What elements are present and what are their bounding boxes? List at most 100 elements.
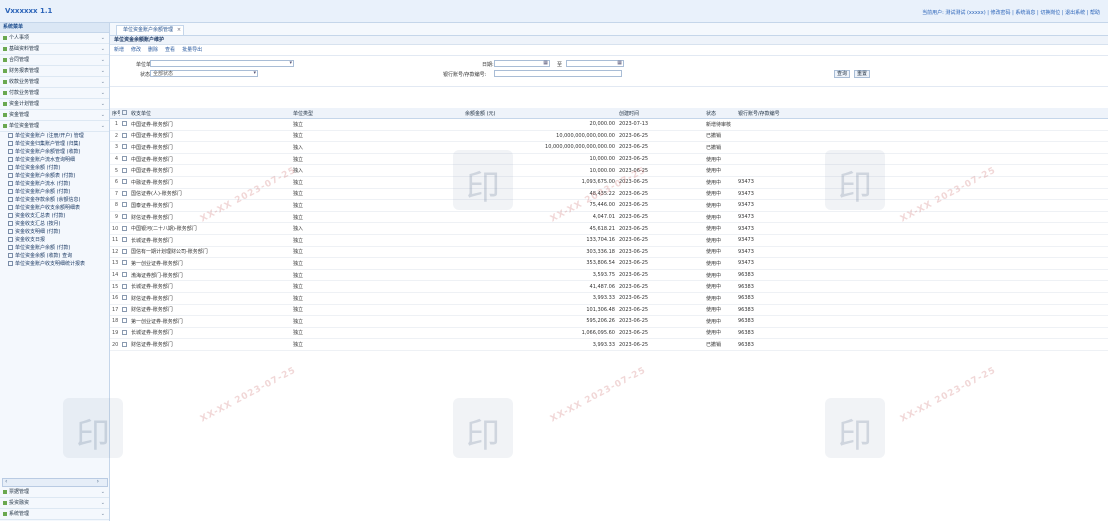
row-checkbox-cell[interactable] [120,338,129,351]
toolbar-button[interactable]: 查看 [165,47,175,53]
sidebar-subitem[interactable]: 单位资金归集账户管理 (归集) [0,140,109,148]
table-row[interactable]: 9 财信证券-账务部门 独立 4,047.01 2023-06-25 使用中 93473 [110,211,1108,224]
sidebar-subitem[interactable]: 资金收支汇总 (按月) [0,220,109,228]
checkbox-icon[interactable] [122,144,127,150]
row-checkbox-cell[interactable] [120,222,129,235]
table-row[interactable]: 4 中国证券-账务部门 独立 10,000.00 2023-06-25 使用中 [110,153,1108,166]
checkbox-icon[interactable] [122,295,127,301]
checkbox-icon[interactable] [122,190,127,196]
table-row[interactable]: 8 国泰证券-账务部门 独立 75,446.00 2023-06-25 使用中 93473 [110,199,1108,212]
checkbox-icon[interactable] [122,156,127,162]
checkbox-icon[interactable] [122,225,127,231]
row-checkbox-cell[interactable] [120,164,129,177]
date-from-input[interactable]: ▦ [494,60,550,67]
table-row[interactable]: 14 渤海证券部门-账务部门 独立 3,593.75 2023-06-25 使用中 9638… [110,269,1108,282]
table-row[interactable]: 5 中国证券-账务部门 独入 10,000.00 2023-06-25 使用中 [110,164,1108,177]
row-checkbox-cell[interactable] [120,257,129,270]
checkbox-icon[interactable] [122,248,127,254]
user-links[interactable]: 当前用户: 测试测试 (xxxxx) | 修改密码 | 系统消息 | 切换岗位 … [922,9,1100,16]
sidebar-item[interactable]: 资金管理 ⌄ [0,110,109,121]
checkbox-icon[interactable] [122,306,127,312]
row-checkbox-cell[interactable] [120,246,129,259]
sidebar-item[interactable]: 票据管理 ⌄ [0,487,109,498]
checkbox-icon[interactable] [122,260,127,266]
sidebar-subitem[interactable]: 单位资金账户收支余额明细表 [0,204,109,212]
checkbox-icon[interactable] [122,283,127,289]
sidebar-item[interactable]: 资金计划管理 ⌄ [0,99,109,110]
sidebar-subitem[interactable]: 资金收支日报 [0,236,109,244]
row-checkbox-cell[interactable] [120,280,129,293]
sidebar-subitem[interactable]: 资金收支明细 (付款) [0,228,109,236]
checkbox-icon[interactable] [122,121,127,127]
toolbar-button[interactable]: 批量导出 [182,47,202,53]
sidebar-subitem[interactable]: 单位资金账户收支明细统计报表 [0,260,109,268]
row-checkbox-cell[interactable] [120,304,129,317]
table-row[interactable]: 11 长城证券-账务部门 独立 133,704.16 2023-06-25 使用中 9347… [110,234,1108,247]
search-button[interactable]: 查询 [834,70,850,78]
sidebar-subitem[interactable]: 单位资金余额 (付款) [0,164,109,172]
checkbox-icon[interactable] [122,237,127,243]
table-row[interactable]: 19 长城证券-账务部门 独立 1,066,095.60 2023-06-25 使用中 96… [110,327,1108,340]
table-row[interactable]: 12 国信有一期计划理财公司-账务部门 独立 303,336.18 2023-06-25… [110,246,1108,259]
table-row[interactable]: 17 财信证券-账务部门 独立 101,306.48 2023-06-25 使用中 9638… [110,304,1108,317]
checkbox-icon[interactable] [122,167,127,173]
reset-button[interactable]: 重置 [854,70,870,78]
row-checkbox-cell[interactable] [120,327,129,340]
sidebar-subitem[interactable]: 单位资金账户流水 (付款) [0,180,109,188]
row-checkbox-cell[interactable] [120,130,129,143]
row-checkbox-cell[interactable] [120,141,129,154]
row-checkbox-cell[interactable] [120,118,129,131]
select-all-header[interactable] [120,108,129,119]
table-row[interactable]: 13 第一创业证券-账务部门 独立 353,806.54 2023-06-25 使用中 93… [110,257,1108,270]
sidebar-item[interactable]: 收款业务管理 ⌄ [0,77,109,88]
account-input[interactable] [494,70,622,77]
sidebar-subitem[interactable]: 单位资金存款余额 (余额信息) [0,196,109,204]
close-icon[interactable]: × [177,26,181,35]
sidebar-item[interactable]: 投资融资 ⌄ [0,498,109,509]
sidebar-subitem[interactable]: 单位资金账户流水查询明细 [0,156,109,164]
row-checkbox-cell[interactable] [120,234,129,247]
sidebar-item[interactable]: 个人事项 ⌄ [0,33,109,44]
row-checkbox-cell[interactable] [120,199,129,212]
sidebar-item[interactable]: 财务报表管理 ⌄ [0,66,109,77]
table-row[interactable]: 16 财信证券-账务部门 独立 3,993.33 2023-06-25 使用中 96383 [110,292,1108,305]
checkbox-icon[interactable] [122,329,127,335]
checkbox-icon[interactable] [122,318,127,324]
row-checkbox-cell[interactable] [120,315,129,328]
toolbar-button[interactable]: 删除 [148,47,158,53]
sidebar-item[interactable]: 基础资料管理 ⌄ [0,44,109,55]
table-row[interactable]: 3 中国证券-账务部门 独入 10,000,000,000,000,000.00 202… [110,141,1108,154]
scroll-left-icon[interactable]: ‹ [5,478,7,485]
date-to-input[interactable]: ▦ [566,60,624,67]
sidebar-item[interactable]: 单位资金管理 ⌄ [0,121,109,132]
sidebar-subitem[interactable]: 单位资金账户 (注册/开户) 管理 [0,132,109,140]
sidebar-scrollbar[interactable]: ‹ › [2,478,108,487]
sidebar-subitem[interactable]: 单位资金余额 (收款) 查询 [0,252,109,260]
table-row[interactable]: 20 财信证券-账务部门 独立 3,993.33 2023-06-25 已撤销 96383 [110,338,1108,351]
checkbox-icon[interactable] [122,272,127,278]
table-row[interactable]: 2 中国证券-账务部门 独立 10,000,000,000,000.00 2023-06… [110,130,1108,143]
table-row[interactable]: 10 中国银河(二十八期)-账务部门 独入 45,618.21 2023-06-25 使用… [110,222,1108,235]
checkbox-icon[interactable] [122,132,127,138]
toolbar-button[interactable]: 修改 [131,47,141,53]
scroll-right-icon[interactable]: › [97,478,99,485]
row-checkbox-cell[interactable] [120,211,129,224]
table-row[interactable]: 15 长城证券-账务部门 独立 41,487.06 2023-06-25 使用中 96383 [110,280,1108,293]
row-checkbox-cell[interactable] [120,292,129,305]
sidebar-item[interactable]: 系统管理 ⌄ [0,509,109,520]
row-checkbox-cell[interactable] [120,153,129,166]
sidebar-item[interactable]: 付款业务管理 ⌄ [0,88,109,99]
row-checkbox-cell[interactable] [120,176,129,189]
sidebar-item[interactable]: 合同管理 ⌄ [0,55,109,66]
checkbox-icon[interactable] [122,202,127,208]
status-select[interactable]: 全部状态 ▾ [150,70,258,77]
sidebar-subitem[interactable]: 资金收支汇总表 (付款) [0,212,109,220]
row-checkbox-cell[interactable] [120,269,129,282]
unit-select[interactable]: ▾ [150,60,294,67]
checkbox-icon[interactable] [122,179,127,185]
table-row[interactable]: 1 中国证券-账务部门 独立 20,000.00 2023-07-13 新增待审核 [110,118,1108,131]
sidebar-subitem[interactable]: 单位资金账户余额 (付款) [0,188,109,196]
row-checkbox-cell[interactable] [120,188,129,201]
checkbox-icon[interactable] [122,341,127,347]
checkbox-icon[interactable] [122,214,127,220]
